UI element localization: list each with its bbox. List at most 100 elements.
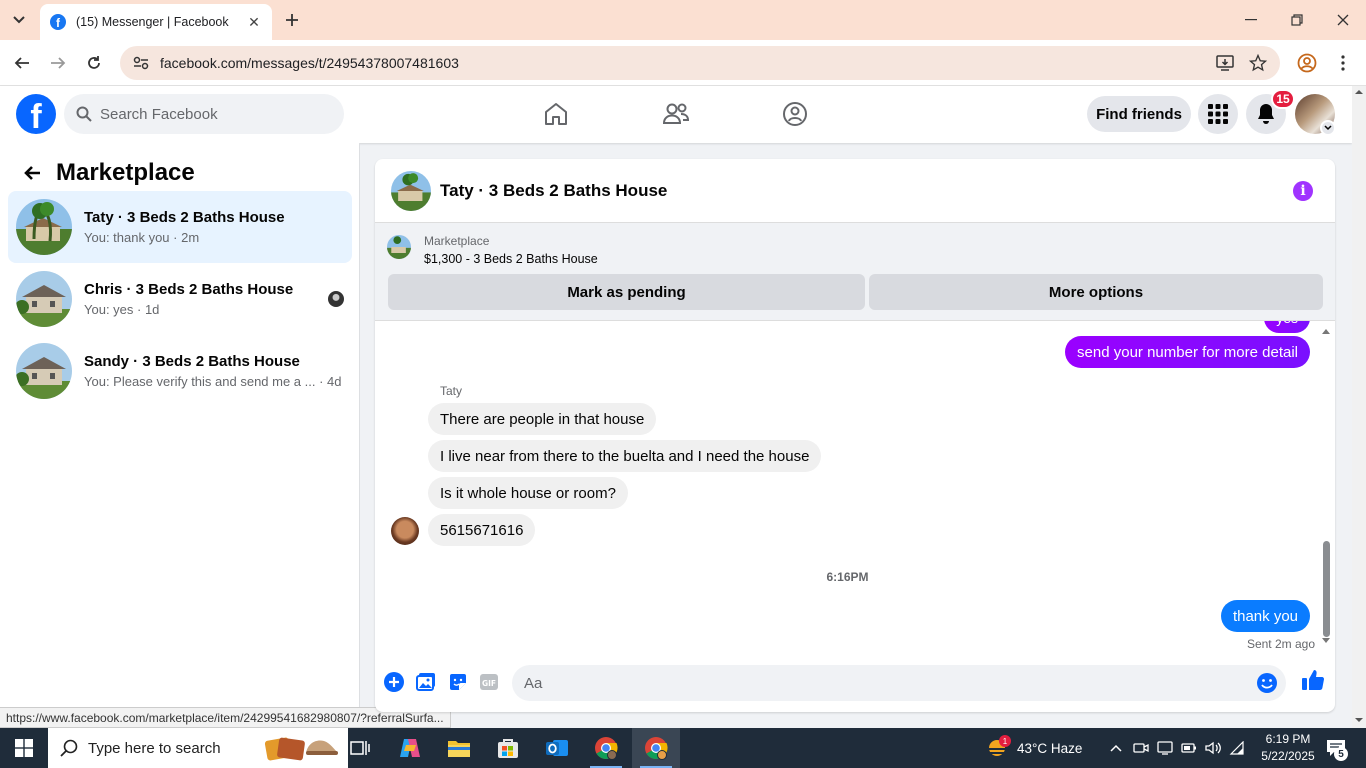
more-actions-button[interactable] [381, 669, 407, 695]
back-arrow-button[interactable] [16, 157, 48, 189]
house-thumbnail [16, 199, 72, 255]
facebook-logo-icon[interactable]: f [16, 94, 56, 134]
chat-listing-thumbnail[interactable] [391, 170, 431, 211]
image-icon [416, 673, 435, 691]
arrow-right-icon [51, 57, 66, 69]
reload-button[interactable] [82, 51, 106, 75]
wifi-icon[interactable] [1229, 740, 1245, 756]
kebab-menu-icon [1341, 55, 1345, 71]
facebook-favicon-icon: f [50, 14, 66, 30]
tab-close-icon[interactable]: ✕ [246, 14, 262, 31]
windows-taskbar: 1 43°C Haze 6:19 PM 5/22/2025 5 [0, 728, 1366, 768]
taskbar-file-explorer[interactable] [435, 728, 483, 768]
taskbar-search[interactable] [48, 728, 348, 768]
bookmark-button[interactable] [1243, 48, 1273, 78]
site-settings-icon[interactable] [130, 52, 152, 74]
close-window-button[interactable] [1320, 0, 1366, 40]
facebook-header: f Find friends 15 [0, 86, 1352, 143]
info-icon[interactable]: i [1293, 181, 1313, 201]
display-icon[interactable] [1157, 740, 1173, 756]
message-scrollbar[interactable] [1321, 327, 1331, 645]
url-text: facebook.com/messages/t/2495437800748160… [160, 55, 459, 71]
new-tab-button[interactable] [280, 8, 304, 32]
meet-now-icon[interactable] [1133, 740, 1149, 756]
taskbar-search-input[interactable] [88, 739, 238, 757]
taskbar-chrome[interactable] [582, 728, 630, 768]
chat-header: Taty · 3 Beds 2 Baths House i [375, 159, 1335, 223]
find-friends-button[interactable]: Find friends [1087, 96, 1191, 132]
listing-thumbnail[interactable] [387, 235, 411, 259]
listing-price[interactable]: $1,300 - 3 Beds 2 Baths House [424, 252, 598, 266]
message-input[interactable] [524, 674, 1224, 692]
taskbar-chrome-profile[interactable] [632, 728, 680, 768]
task-view-button[interactable] [336, 728, 384, 768]
svg-text:GIF: GIF [482, 679, 496, 688]
address-bar[interactable]: facebook.com/messages/t/2495437800748160… [120, 46, 1280, 80]
sender-name: Taty [440, 384, 463, 398]
conversation-name: Taty · 3 Beds 2 Baths House [84, 209, 285, 226]
like-button[interactable] [1300, 667, 1326, 693]
taskbar-copilot[interactable] [386, 728, 434, 768]
forward-button[interactable] [46, 51, 70, 75]
conversation-item[interactable]: Taty · 3 Beds 2 Baths House You: thank y… [8, 191, 352, 263]
home-nav[interactable] [540, 98, 572, 130]
clock-date: 5/22/2025 [1261, 749, 1315, 763]
chat-title[interactable]: Taty · 3 Beds 2 Baths House [440, 181, 667, 201]
scroll-up-icon[interactable] [1321, 327, 1331, 335]
browser-tab-messenger[interactable]: f (15) Messenger | Facebook ✕ [40, 4, 272, 40]
taskbar-store[interactable] [484, 728, 532, 768]
clock-time: 6:19 PM [1265, 732, 1311, 746]
more-options-button[interactable]: More options [869, 274, 1323, 310]
facebook-search-input[interactable] [100, 105, 320, 123]
gif-button[interactable]: GIF [476, 669, 502, 695]
weather-text[interactable]: 43°C Haze [1017, 728, 1082, 768]
weather-badge: 1 [999, 735, 1011, 747]
search-icon [60, 739, 78, 757]
taskbar-outlook[interactable] [533, 728, 581, 768]
groups-nav[interactable] [779, 98, 811, 130]
sent-status: Sent 2m ago [1246, 637, 1315, 651]
emoji-icon [1257, 673, 1277, 693]
profile-button[interactable] [1292, 48, 1322, 78]
system-clock[interactable]: 6:19 PM 5/22/2025 [1252, 731, 1324, 765]
sender-avatar[interactable] [391, 517, 419, 545]
start-button[interactable] [0, 728, 48, 768]
reload-icon [88, 56, 100, 69]
scroll-down-icon[interactable] [1352, 714, 1366, 726]
plus-circle-icon [384, 672, 404, 692]
scroll-up-icon[interactable] [1352, 86, 1366, 98]
tab-title: (15) Messenger | Facebook [76, 15, 229, 29]
facebook-search[interactable] [64, 94, 344, 134]
sticker-button[interactable] [445, 669, 471, 695]
minimize-icon [1245, 19, 1257, 21]
message-input-box[interactable] [512, 665, 1286, 701]
account-chevron-icon[interactable] [1320, 120, 1336, 136]
back-button[interactable] [10, 51, 34, 75]
restore-button[interactable] [1274, 0, 1320, 40]
message-bubble-incoming: Is it whole house or room? [428, 477, 628, 509]
browser-menu-button[interactable] [1328, 48, 1358, 78]
attach-photo-button[interactable] [413, 669, 439, 695]
page-scrollbar[interactable] [1352, 86, 1366, 728]
install-app-button[interactable] [1210, 48, 1240, 78]
outlook-icon [546, 740, 568, 756]
message-bubble-incoming: There are people in that house [428, 403, 657, 435]
conversation-item[interactable]: Sandy · 3 Beds 2 Baths House You: Please… [8, 335, 352, 407]
volume-icon[interactable] [1205, 740, 1221, 756]
battery-icon[interactable] [1181, 740, 1197, 756]
scrollbar-thumb[interactable] [1323, 541, 1330, 637]
emoji-button[interactable] [1256, 672, 1278, 694]
house-thumbnail [16, 343, 72, 399]
gif-icon: GIF [480, 674, 498, 690]
browser-toolbar: facebook.com/messages/t/2495437800748160… [0, 40, 1366, 86]
minimize-button[interactable] [1228, 0, 1274, 40]
mark-as-pending-button[interactable]: Mark as pending [388, 274, 865, 310]
tab-search-dropdown[interactable] [6, 8, 32, 32]
conversation-item[interactable]: Chris · 3 Beds 2 Baths House You: yes · … [8, 263, 352, 335]
inbox-title: Marketplace [56, 159, 195, 186]
friends-icon [662, 103, 690, 124]
friends-nav[interactable] [660, 98, 692, 130]
menu-button[interactable] [1198, 94, 1238, 134]
show-hidden-icons-icon[interactable] [1108, 740, 1124, 756]
scroll-down-icon[interactable] [1321, 637, 1331, 645]
